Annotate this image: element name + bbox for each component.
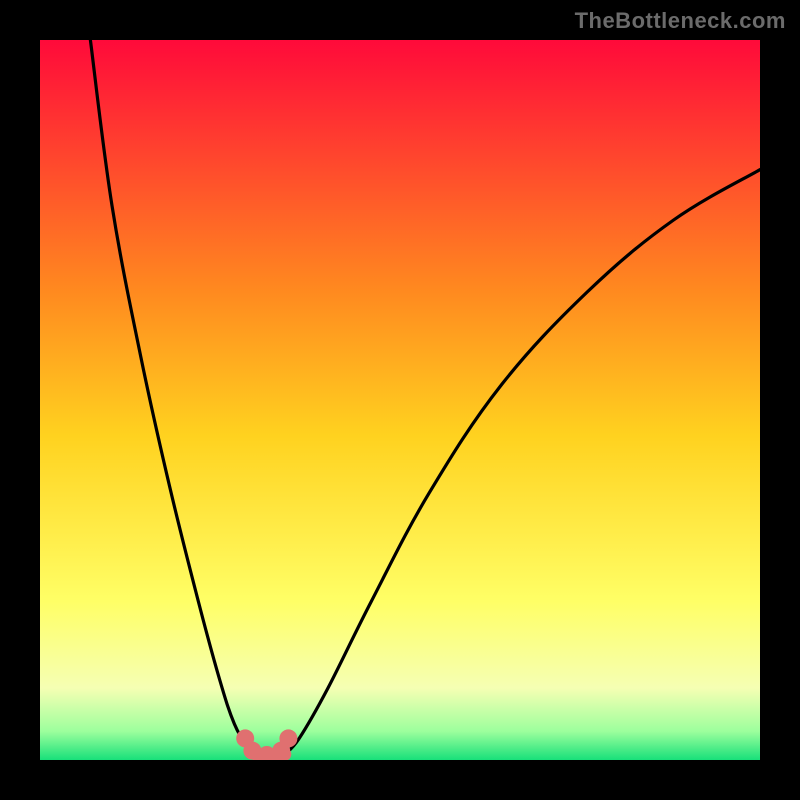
plot-svg <box>40 40 760 760</box>
plot-area <box>40 40 760 760</box>
marker-point-4 <box>279 729 297 747</box>
chart-frame: TheBottleneck.com <box>0 0 800 800</box>
watermark-text: TheBottleneck.com <box>575 8 786 34</box>
plot-background <box>40 40 760 760</box>
